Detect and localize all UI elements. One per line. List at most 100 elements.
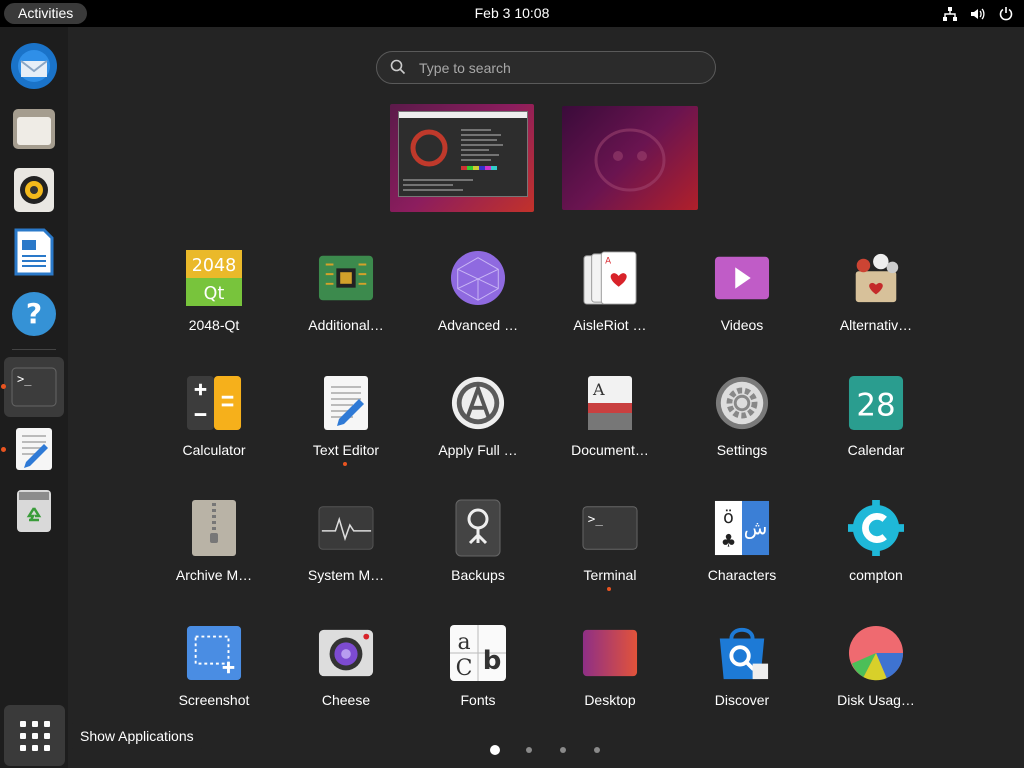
app-label: Videos: [720, 317, 764, 333]
apply-icon: [450, 375, 506, 431]
app-label: Disk Usag…: [837, 692, 915, 708]
compton-icon: [848, 500, 904, 556]
running-indicator: [607, 587, 611, 591]
dock-files[interactable]: [4, 98, 64, 158]
svg-text:a: a: [457, 630, 470, 655]
app-settings[interactable]: Settings: [676, 375, 808, 485]
app-calendar[interactable]: 28 Calendar: [810, 375, 942, 485]
svg-text:C: C: [456, 656, 473, 681]
app-label: Apply Full …: [438, 442, 518, 458]
show-applications-button[interactable]: [4, 705, 65, 766]
dock-rhythmbox[interactable]: [4, 160, 64, 220]
folder-icon: [13, 109, 55, 149]
app-label: AisleRiot …: [573, 317, 647, 333]
text-editor-icon: [16, 428, 52, 470]
app-characters[interactable]: ö ♣ ش Characters: [676, 500, 808, 610]
app-camera[interactable]: Cheese: [280, 625, 412, 735]
app-discover[interactable]: Discover: [676, 625, 808, 735]
archive-icon: [186, 500, 242, 556]
dock-separator: [12, 349, 56, 350]
app-label: 2048-Qt: [188, 317, 240, 333]
document-viewer-icon: A: [582, 375, 638, 431]
terminal-window-thumbnail[interactable]: [398, 111, 528, 197]
page-indicator-4[interactable]: [594, 747, 600, 753]
dock-thunderbird[interactable]: [4, 36, 64, 96]
app-label: Settings: [716, 442, 768, 458]
dock-help[interactable]: ?: [4, 284, 64, 344]
fonts-icon: abC: [450, 625, 506, 681]
pie-icon: [848, 625, 904, 681]
workspace-thumbnail-1[interactable]: [390, 104, 534, 212]
svg-text:Qt: Qt: [204, 284, 225, 304]
app-terminal[interactable]: >_ Terminal: [544, 500, 676, 610]
app-label: System M…: [307, 567, 385, 583]
app-label: Calendar: [847, 442, 905, 458]
top-bar: Activities Feb 3 10:08: [0, 0, 1024, 27]
app-advanced-network[interactable]: Advanced …: [412, 250, 544, 360]
workspace-thumbnail-2[interactable]: [562, 106, 698, 210]
app-desktop[interactable]: Desktop: [544, 625, 676, 735]
running-indicator: [1, 447, 6, 452]
app-calculator[interactable]: Calculator: [148, 375, 280, 485]
dock-text-editor[interactable]: [4, 419, 64, 479]
app-apply[interactable]: Apply Full …: [412, 375, 544, 485]
page-indicator-3[interactable]: [560, 747, 566, 753]
app-video[interactable]: Videos: [676, 250, 808, 360]
power-icon[interactable]: [998, 6, 1014, 22]
app-label: Text Editor: [312, 442, 380, 458]
app-fonts[interactable]: a b C Fonts: [412, 625, 544, 735]
calculator-icon: [186, 375, 242, 431]
video-icon: [714, 250, 770, 306]
search-box[interactable]: [376, 51, 716, 84]
app-compton[interactable]: compton: [810, 500, 942, 610]
clock[interactable]: Feb 3 10:08: [0, 0, 1024, 27]
app-label: Document…: [571, 442, 649, 458]
2048-icon: 2048 Qt: [186, 250, 242, 306]
calendar-icon: 28: [848, 375, 904, 431]
running-indicator: [343, 462, 347, 466]
mail-icon: [11, 43, 57, 89]
advanced-network-icon: [450, 250, 506, 306]
svg-text:>_: >_: [588, 511, 604, 526]
svg-text:2048: 2048: [192, 256, 237, 276]
camera-icon: [318, 625, 374, 681]
page-indicator-1[interactable]: [490, 745, 500, 755]
search-input[interactable]: [417, 56, 701, 80]
app-label: compton: [849, 567, 903, 583]
dock-terminal[interactable]: >_: [4, 357, 64, 417]
app-2048[interactable]: 2048 Qt 2048-Qt: [148, 250, 280, 360]
app-alternatives[interactable]: Alternativ…: [810, 250, 942, 360]
dock-trash[interactable]: [4, 481, 64, 541]
svg-text:28: 28: [856, 388, 895, 424]
app-label: Characters: [707, 567, 777, 583]
page-indicator-2[interactable]: [526, 747, 532, 753]
app-archive[interactable]: Archive M…: [148, 500, 280, 610]
app-chip[interactable]: Additional…: [280, 250, 412, 360]
app-label: Screenshot: [178, 692, 250, 708]
svg-text:?: ?: [26, 297, 42, 330]
app-label: Fonts: [460, 692, 496, 708]
system-tray[interactable]: [942, 0, 1014, 27]
volume-icon[interactable]: [970, 6, 986, 22]
discover-icon: [714, 625, 770, 681]
terminal-icon: >_: [11, 367, 57, 407]
network-icon[interactable]: [942, 6, 958, 22]
app-label: Desktop: [584, 692, 636, 708]
app-screenshot[interactable]: Screenshot: [148, 625, 280, 735]
app-text-editor[interactable]: Text Editor: [280, 375, 412, 485]
app-document-viewer[interactable]: A Document…: [544, 375, 676, 485]
app-label: Additional…: [308, 317, 384, 333]
app-label: Calculator: [182, 442, 246, 458]
trash-icon: [17, 490, 51, 532]
search-icon: [390, 59, 406, 75]
app-system-monitor[interactable]: System M…: [280, 500, 412, 610]
app-backups[interactable]: Backups: [412, 499, 544, 610]
dock-writer[interactable]: [4, 222, 64, 282]
running-indicator: [1, 384, 6, 389]
app-label: Alternativ…: [839, 317, 913, 333]
desktop-icon: [582, 625, 638, 681]
chip-icon: [318, 250, 374, 306]
characters-icon: ö ♣ ش: [714, 500, 770, 556]
app-pie[interactable]: Disk Usag…: [810, 625, 942, 735]
app-cards[interactable]: A AisleRiot …: [544, 250, 676, 360]
